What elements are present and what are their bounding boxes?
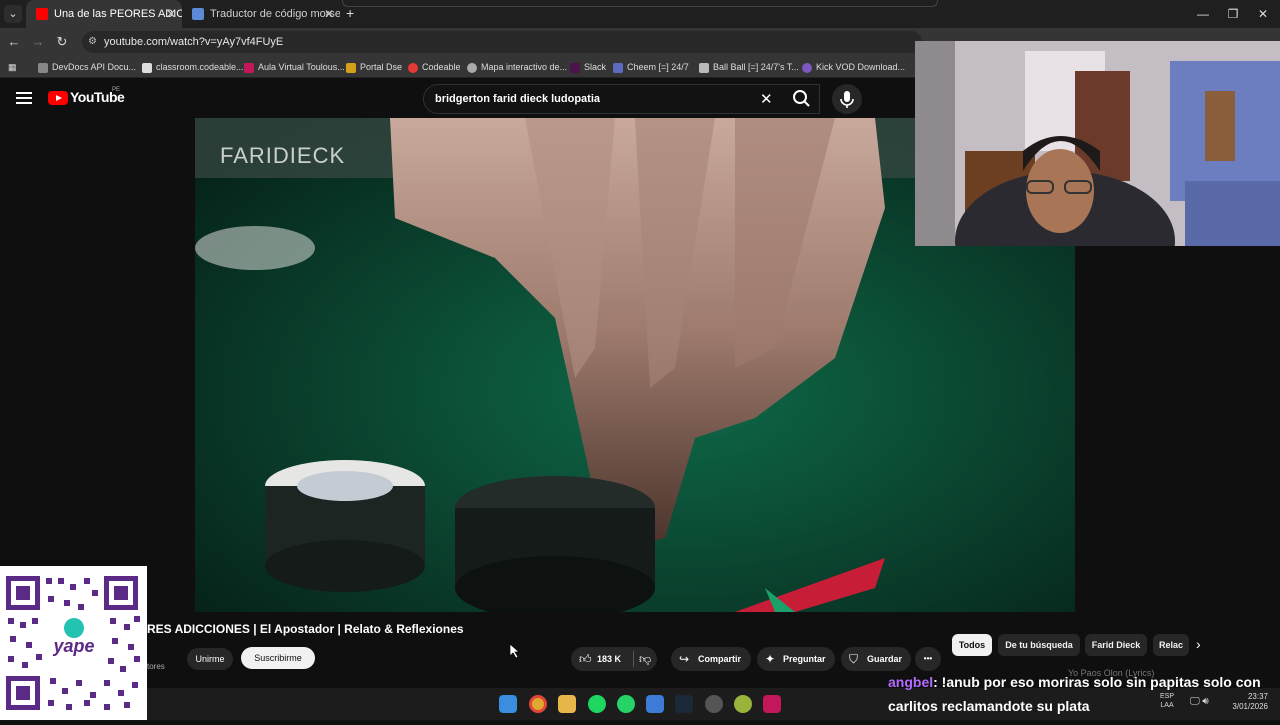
- sparkle-icon: ✦: [765, 652, 776, 666]
- share-button[interactable]: ↪ Compartir: [671, 647, 751, 671]
- join-button[interactable]: Unirme: [187, 648, 233, 670]
- tab-title: Traductor de código morse: [210, 8, 340, 20]
- photos-icon[interactable]: [646, 695, 664, 713]
- tab-search-chevron-icon[interactable]: ⌄: [4, 5, 22, 23]
- more-actions-button[interactable]: •••: [915, 647, 941, 671]
- ask-button[interactable]: ✦ Preguntar: [757, 647, 835, 671]
- minimize-button[interactable]: —: [1188, 0, 1218, 28]
- thumbs-up-icon: 👍︎: [579, 652, 592, 666]
- obs-icon[interactable]: [705, 695, 723, 713]
- subscriber-count: tores: [147, 662, 165, 671]
- chat-username: angbel: [888, 674, 934, 690]
- yape-qr-code: yape: [0, 566, 147, 720]
- chat-text: : !anub por eso moriras solo sin papitas…: [888, 674, 1261, 714]
- chip-farid-dieck[interactable]: Farid Dieck: [1085, 634, 1147, 656]
- whatsapp-icon[interactable]: [617, 695, 635, 713]
- spotify-icon[interactable]: [588, 695, 606, 713]
- bookmark-codeable[interactable]: Codeable: [408, 60, 461, 74]
- tab-overflow-bar: [342, 0, 938, 7]
- save-button[interactable]: ⛉ Guardar: [841, 647, 911, 671]
- steam-icon[interactable]: [675, 695, 693, 713]
- stream-chat-message: angbel: !anub por eso moriras solo sin p…: [888, 670, 1280, 720]
- subscribe-button[interactable]: Suscribirme: [241, 647, 315, 669]
- ask-label: Preguntar: [783, 654, 826, 664]
- hamburger-menu-icon[interactable]: [16, 92, 32, 104]
- bookmark-icon: ⛉: [849, 652, 859, 666]
- close-tab-icon[interactable]: ✕: [324, 0, 334, 28]
- like-count: 183 K: [597, 654, 622, 664]
- share-label: Compartir: [698, 654, 742, 664]
- bookmark-kick-vod[interactable]: Kick VOD Download...: [802, 60, 905, 74]
- search-icon[interactable]: [786, 84, 818, 114]
- bookmark-slack[interactable]: Slack: [570, 60, 606, 74]
- microphone-icon[interactable]: [832, 84, 862, 114]
- bookmark-aula-virtual[interactable]: Aula Virtual Toulous...: [244, 60, 345, 74]
- thumbs-down-icon[interactable]: 👎︎: [639, 647, 651, 671]
- svg-text:yape: yape: [52, 636, 94, 656]
- jetbrains-icon[interactable]: [763, 695, 781, 713]
- chip-next-chevron-icon[interactable]: ›: [1196, 636, 1201, 652]
- bookmark-portal-dse[interactable]: Portal Dse: [346, 60, 402, 74]
- close-tab-icon[interactable]: ✕: [166, 0, 176, 28]
- globe-favicon-icon: [192, 8, 204, 21]
- bookmark-ball-ball[interactable]: Ball Ball [=] 24/7's T...: [699, 60, 799, 74]
- youtube-favicon-icon: [36, 8, 48, 21]
- mouse-cursor-icon: [509, 643, 520, 663]
- tab-youtube[interactable]: Una de las PEORES ADICCI ✕: [26, 0, 182, 28]
- apps-grid-icon[interactable]: ▦: [8, 60, 17, 74]
- reload-icon[interactable]: ↻: [53, 33, 71, 51]
- streamer-webcam-image: [915, 41, 1280, 246]
- like-button[interactable]: 👍︎ 183 K 👎︎: [571, 647, 657, 671]
- chip-todos[interactable]: Todos: [952, 634, 992, 656]
- clear-search-icon[interactable]: ✕: [760, 90, 773, 108]
- browser-tab-strip: ⌄ Una de las PEORES ADICCI ✕ Traductor d…: [0, 0, 1280, 28]
- region-code: PE: [112, 87, 121, 93]
- windows-start-icon[interactable]: [499, 695, 517, 713]
- video-watermark: FARIDIECK: [220, 143, 346, 168]
- chip-de-tu-busqueda[interactable]: De tu búsqueda: [998, 634, 1080, 656]
- maximize-button[interactable]: ❐: [1218, 0, 1248, 28]
- youtube-logo-icon[interactable]: [48, 91, 68, 105]
- address-bar[interactable]: ⚙ youtube.com/watch?v=yAy7vf4FUyE: [82, 31, 922, 53]
- url-text: youtube.com/watch?v=yAy7vf4FUyE: [104, 36, 284, 48]
- webcam-overlay: [915, 41, 1280, 246]
- save-label: Guardar: [867, 654, 903, 664]
- bookmark-classroom[interactable]: classroom.codeable....: [142, 60, 246, 74]
- tab-title: Una de las PEORES ADICCI: [54, 8, 182, 20]
- bookmark-devdocs[interactable]: DevDocs API Docu...: [38, 60, 136, 74]
- bookmark-mapa[interactable]: Mapa interactivo de...: [467, 60, 567, 74]
- app-icon[interactable]: [734, 695, 752, 713]
- forward-arrow-icon[interactable]: →: [29, 33, 47, 51]
- tab-morse[interactable]: Traductor de código morse ✕: [182, 0, 340, 28]
- file-explorer-icon[interactable]: [558, 695, 576, 713]
- back-arrow-icon[interactable]: ←: [5, 33, 23, 51]
- share-arrow-icon: ↪: [679, 652, 690, 666]
- video-title: RES ADICCIONES | El Apostador | Relato &…: [147, 622, 464, 636]
- chrome-icon[interactable]: [529, 695, 547, 713]
- close-window-button[interactable]: ✕: [1248, 0, 1278, 28]
- bookmark-cheem[interactable]: Cheem [=] 24/7: [613, 60, 689, 74]
- chip-relacionados[interactable]: Relac: [1153, 634, 1189, 656]
- site-info-icon[interactable]: ⚙: [88, 31, 97, 53]
- new-tab-button[interactable]: +: [346, 5, 354, 21]
